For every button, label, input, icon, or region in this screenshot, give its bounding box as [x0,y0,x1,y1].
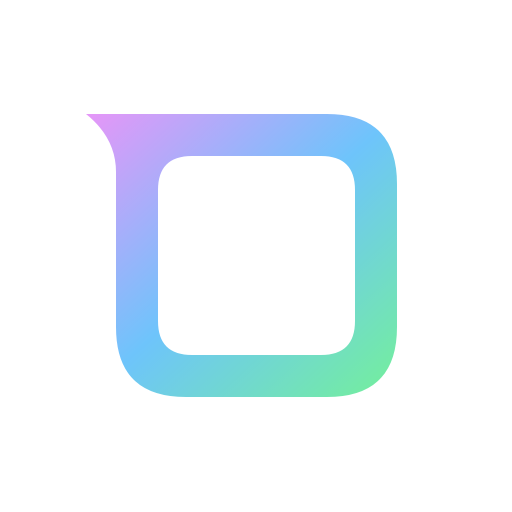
app-icon-canvas [0,0,512,512]
speech-bubble-square-outline-icon [86,114,397,397]
bubble-frame-shape [86,114,397,397]
